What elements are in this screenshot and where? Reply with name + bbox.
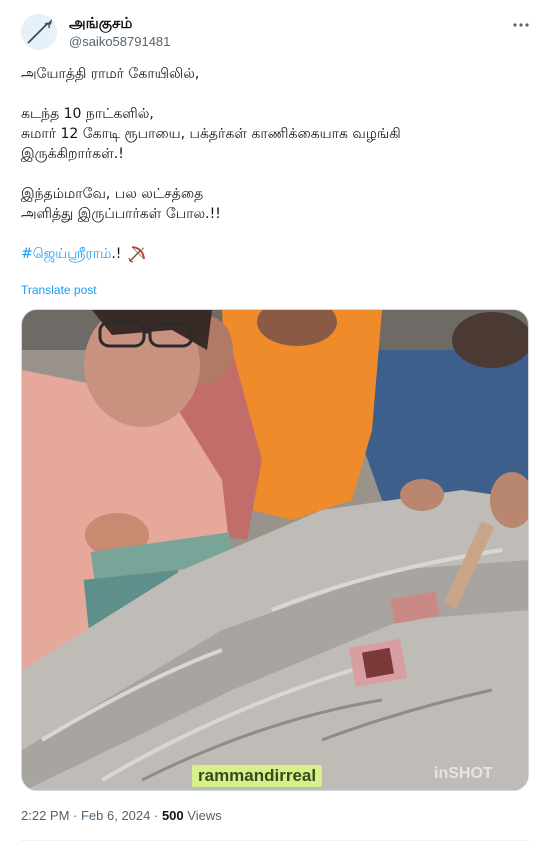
inshot-watermark: inSHOT xyxy=(434,765,493,782)
tweet-line: கடந்த 10 நாட்களில், xyxy=(21,106,154,122)
hashtag-link[interactable]: #ஜெய்ஸ்ரீராம் xyxy=(21,244,111,264)
tweet-line xyxy=(21,84,531,104)
divider xyxy=(21,840,529,841)
ellipsis-icon xyxy=(513,23,529,27)
tweet-line: அளித்து இருப்பார்கள் போல.!! xyxy=(21,206,221,222)
tweet-line xyxy=(21,224,531,244)
tweet-meta: 2:22 PM · Feb 6, 2024 · 500 Views xyxy=(21,808,222,823)
tweet-line xyxy=(21,164,531,184)
hashtag-line: #ஜெய்ஸ்ரீராம் .! xyxy=(21,244,531,264)
tweet-time[interactable]: 2:22 PM xyxy=(21,808,69,823)
tweet-text: அயோத்தி ராமர் கோயிலில், கடந்த 10 நாட்களி… xyxy=(21,64,531,264)
tweet-line: இந்தம்மாவே, பல லட்சத்தை xyxy=(21,186,204,202)
video-thumbnail[interactable]: rammandirreal inSHOT xyxy=(21,309,529,791)
author-name[interactable]: அங்குசம் xyxy=(69,14,132,34)
meta-separator: · xyxy=(150,808,162,823)
tweet-line: இருக்கிறார்கள்.! xyxy=(21,146,124,162)
avatar[interactable] xyxy=(21,14,57,50)
tweet-line: அயோத்தி ராமர் கோயிலில், xyxy=(21,66,200,82)
views-label: Views xyxy=(187,808,222,823)
video-frame xyxy=(22,310,528,790)
tweet-date[interactable]: Feb 6, 2024 xyxy=(81,808,150,823)
translate-post-link[interactable]: Translate post xyxy=(21,283,97,297)
meta-separator: · xyxy=(69,808,81,823)
bow-and-arrow-icon xyxy=(128,246,145,263)
tweet: அங்குசம் @saiko58791481 அயோத்தி ராமர் கோ… xyxy=(0,0,549,850)
tweet-line: சுமார் 12 கோடி ரூபாயை, பக்தர்கள் காணிக்க… xyxy=(21,126,401,142)
author-handle[interactable]: @saiko58791481 xyxy=(69,34,170,49)
spear-icon xyxy=(21,14,57,50)
views-count: 500 xyxy=(161,808,184,823)
hashtag-suffix: .! xyxy=(111,246,126,262)
video-watermark: rammandirreal xyxy=(192,765,323,787)
more-options-button[interactable] xyxy=(508,12,534,38)
